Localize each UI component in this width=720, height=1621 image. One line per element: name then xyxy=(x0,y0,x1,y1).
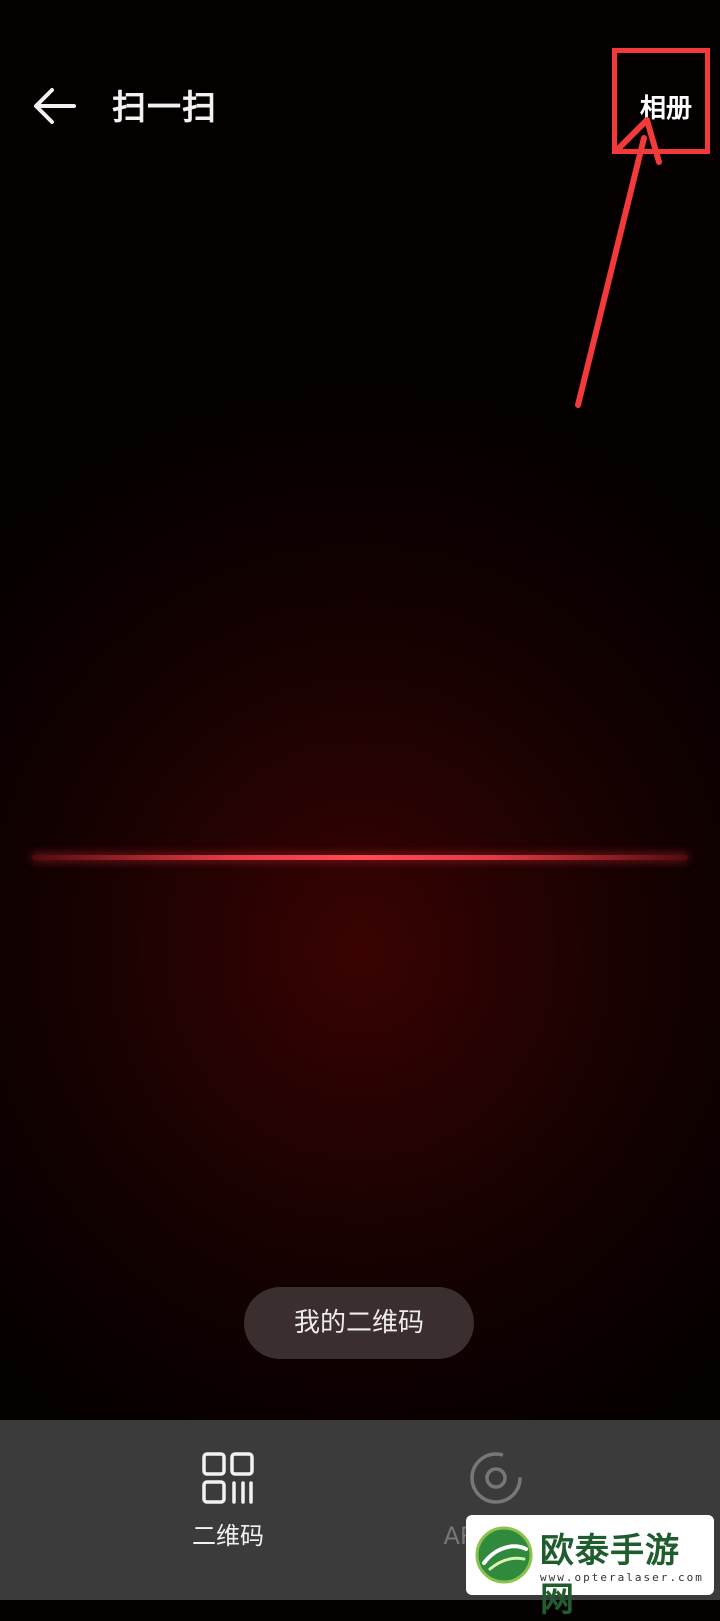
watermark-badge: 欧泰手游网 www.opteralaser.com xyxy=(466,1515,714,1620)
qr-code-icon xyxy=(202,1452,254,1504)
album-button[interactable]: 相册 xyxy=(640,88,692,125)
tab-qr-code[interactable]: 二维码 xyxy=(148,1450,308,1570)
arrow-left-icon xyxy=(34,88,76,124)
page-title: 扫一扫 xyxy=(112,88,217,128)
brand-logo-icon xyxy=(475,1526,533,1584)
ar-scan-icon xyxy=(470,1452,522,1504)
watermark-url: www.opteralaser.com xyxy=(540,1571,704,1584)
scan-line xyxy=(32,855,688,860)
back-button[interactable] xyxy=(28,82,84,130)
scanner-viewfinder: 扫一扫 相册 我的二维码 xyxy=(0,0,720,1420)
tab-label: 二维码 xyxy=(192,1522,264,1550)
my-qr-code-button[interactable]: 我的二维码 xyxy=(244,1287,474,1359)
top-bar: 扫一扫 相册 xyxy=(0,60,720,150)
